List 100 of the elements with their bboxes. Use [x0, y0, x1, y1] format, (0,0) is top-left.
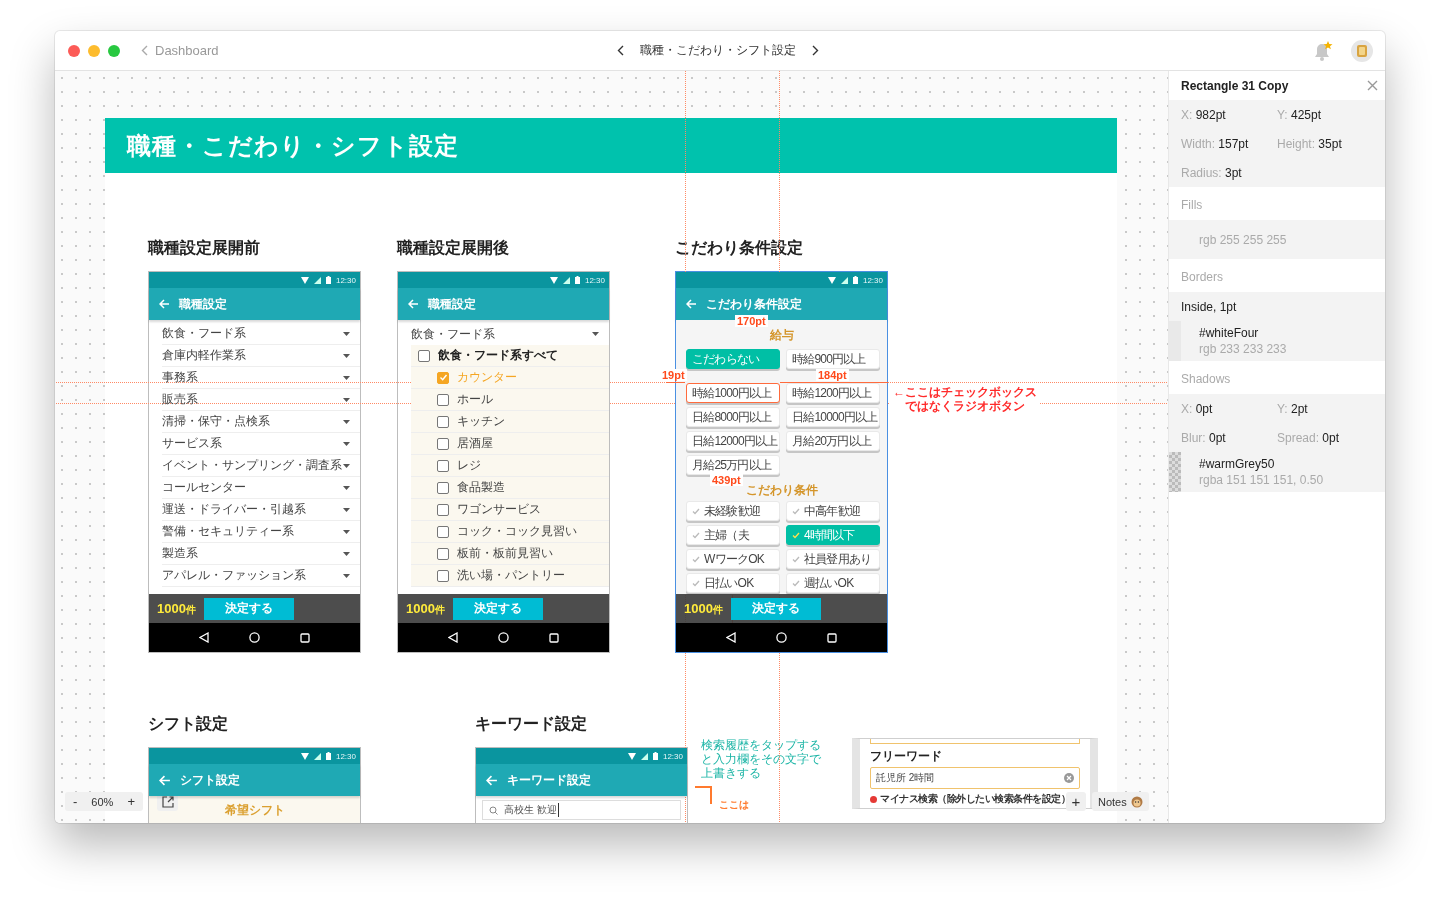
home-circle-icon[interactable] [776, 632, 787, 643]
square-icon[interactable] [827, 632, 837, 643]
check-chip[interactable]: 日払いOK [686, 573, 780, 593]
back-arrow-icon[interactable] [159, 774, 171, 786]
signal-icon [640, 752, 648, 760]
property-text: Y: 425pt [1277, 107, 1323, 122]
check-chip[interactable]: WワークOK [686, 549, 780, 569]
property-text: Blur: 0pt [1181, 430, 1227, 445]
next-button[interactable] [810, 43, 821, 58]
option-label: ワゴンサービス [457, 501, 541, 518]
home-circle-icon[interactable] [498, 632, 509, 643]
category-row[interactable]: 飲食・フード系 [398, 323, 609, 345]
checkbox[interactable] [437, 525, 449, 538]
radio-chip[interactable]: 月給25万円以上 [686, 455, 780, 475]
search-field[interactable]: 高校生 歓迎 [482, 800, 681, 820]
category-row[interactable]: 事務系 [162, 367, 360, 389]
checkbox[interactable] [437, 503, 449, 516]
category-row[interactable]: 運送・ドライバー・引越系 [162, 499, 360, 521]
category-row[interactable]: 倉庫内軽作業系 [162, 345, 360, 367]
category-row[interactable]: コールセンター [162, 477, 360, 499]
back-arrow-icon[interactable] [159, 299, 170, 309]
signal-icon [562, 276, 570, 284]
check-chip[interactable]: 中高年歓迎 [786, 501, 880, 521]
checkbox[interactable] [437, 481, 449, 494]
color-value: rgb 233 233 233 [1199, 341, 1287, 357]
freeword-field[interactable]: 託児所 2時間 [870, 767, 1080, 789]
radio-chip[interactable]: 時給1000円以上 [686, 383, 780, 403]
checkbox[interactable] [437, 569, 449, 582]
property-text: Height: 35pt [1277, 136, 1343, 151]
section-label: Shadows [1180, 371, 1232, 388]
zoom-in-button[interactable]: + [125, 794, 137, 809]
check-chip[interactable]: 週払いOK [786, 573, 880, 593]
checkbox[interactable] [437, 393, 449, 406]
home-circle-icon[interactable] [249, 632, 260, 643]
checkbox[interactable] [437, 437, 449, 450]
category-row[interactable]: 飲食・フード系 [162, 323, 360, 345]
back-arrow-icon[interactable] [686, 299, 697, 309]
avatar-icon[interactable] [1351, 39, 1373, 62]
radio-chip[interactable]: 日給10000円以上 [786, 407, 880, 427]
category-row[interactable]: 製造系 [162, 543, 360, 565]
battery-icon [325, 276, 331, 284]
category-label: 倉庫内軽作業系 [162, 347, 246, 364]
category-row[interactable]: イベント・サンプリング・調査系 [162, 455, 360, 477]
radio-chip[interactable]: 月給20万円以上 [786, 431, 880, 451]
square-icon[interactable] [300, 632, 310, 643]
caret-down-icon [343, 551, 350, 556]
back-triangle-icon[interactable] [199, 632, 209, 643]
result-count: 1000件 [684, 600, 723, 617]
screen-label: キーワード設定 [475, 715, 588, 733]
back-triangle-icon[interactable] [726, 632, 736, 643]
radio-chip[interactable]: 日給8000円以上 [686, 407, 780, 427]
caret-down-icon [343, 397, 350, 402]
zoom-out-button[interactable]: - [71, 794, 80, 809]
screen-label: シフト設定 [148, 715, 229, 733]
property-text: X: 982pt [1181, 107, 1227, 122]
option-label: 食品製造 [457, 479, 505, 496]
status-time: 12:30 [662, 751, 683, 761]
radio-chip[interactable]: 日給12000円以上 [686, 431, 780, 451]
battery-icon [652, 752, 658, 760]
close-icon[interactable] [1367, 80, 1378, 91]
category-row[interactable]: 販売系 [162, 389, 360, 411]
category-label: 警備・セキュリティー系 [162, 523, 294, 540]
checkbox[interactable] [437, 415, 449, 428]
previous-button[interactable] [615, 43, 626, 58]
add-button[interactable]: + [1066, 792, 1086, 811]
app-bar-title: シフト設定 [180, 771, 240, 789]
notes-button[interactable]: Notes [1092, 792, 1149, 811]
check-chip[interactable]: 社員登用あり [786, 549, 880, 569]
checkbox[interactable] [437, 371, 449, 384]
back-arrow-icon[interactable] [486, 774, 498, 786]
close-window-button[interactable] [68, 44, 80, 57]
check-chip[interactable]: 未経験歓迎 [686, 501, 780, 521]
window-title: 職種・こだわり・シフト設定 [640, 42, 796, 59]
option-label: コック・コック見習い [457, 523, 577, 540]
category-row[interactable]: 警備・セキュリティー系 [162, 521, 360, 543]
status-time: 12:30 [335, 275, 356, 285]
radio-chip[interactable]: 時給900円以上 [786, 349, 880, 369]
back-triangle-icon[interactable] [448, 632, 458, 643]
wifi-icon [827, 276, 836, 284]
checkbox[interactable] [437, 547, 449, 560]
square-icon[interactable] [549, 632, 559, 643]
dimension-line [666, 382, 685, 383]
measurement-label: 184pt [816, 369, 849, 381]
section-title: 希望シフト [224, 803, 285, 817]
caret-down-icon [343, 331, 350, 336]
check-icon [692, 531, 700, 539]
check-chip[interactable]: 主婦（夫 [686, 525, 780, 545]
category-row[interactable]: アパレル・ファッション系 [162, 565, 360, 587]
option-label: 居酒屋 [457, 435, 493, 452]
annotation-text: 検索履歴をタップすると入力欄をその文字で上書きする [701, 738, 822, 780]
checkbox[interactable] [418, 349, 430, 362]
category-label: アパレル・ファッション系 [162, 567, 306, 584]
clear-icon[interactable] [1064, 773, 1074, 783]
radio-chip[interactable]: 時給1200円以上 [786, 383, 880, 403]
caret-down-icon [343, 507, 350, 512]
option-label: カウンター [457, 369, 517, 386]
category-row[interactable]: サービス系 [162, 433, 360, 455]
back-arrow-icon[interactable] [408, 299, 419, 309]
checkbox[interactable] [437, 459, 449, 472]
category-row[interactable]: 清掃・保守・点検系 [162, 411, 360, 433]
